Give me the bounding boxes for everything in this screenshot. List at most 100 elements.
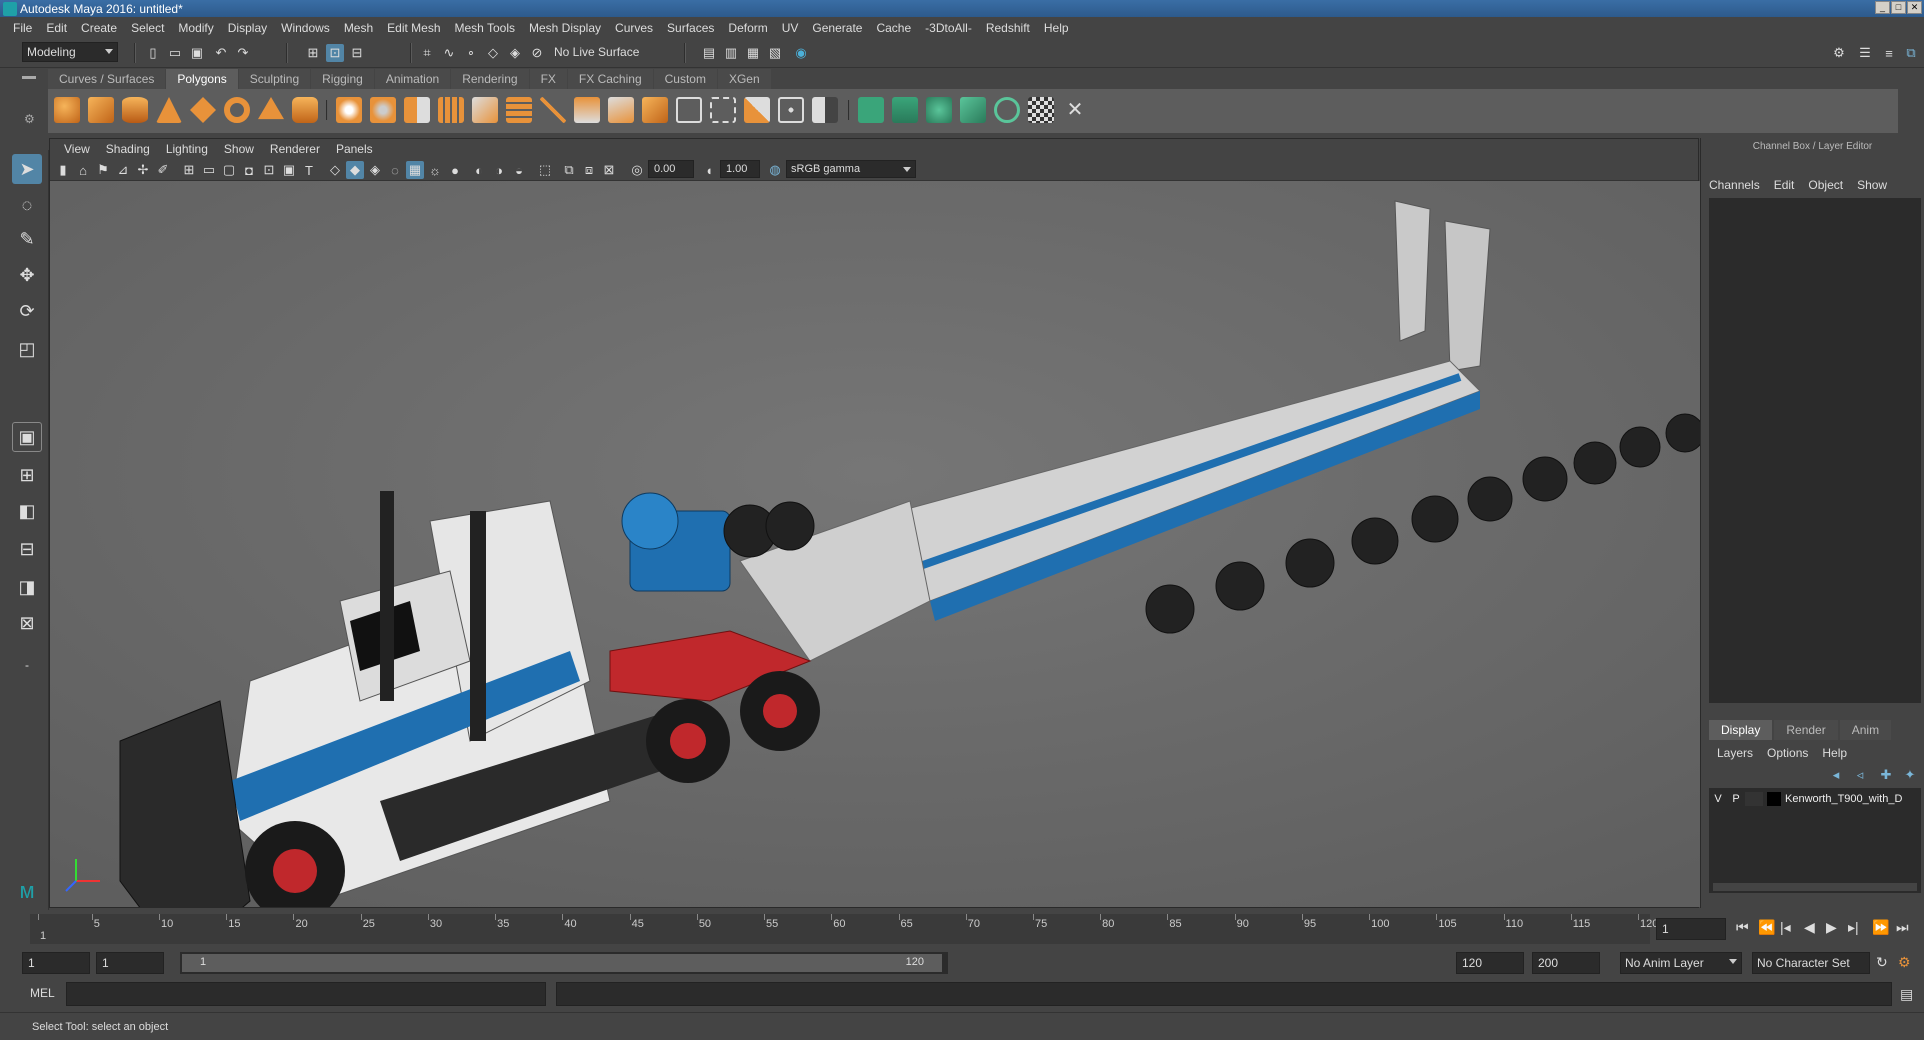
step-forward-icon[interactable]: ⏩ [1872, 919, 1889, 936]
playback-end-field[interactable]: 120 [1456, 952, 1524, 974]
object-menu[interactable]: Object [1808, 178, 1843, 192]
maya-logo-icon[interactable]: ᴍ [12, 876, 42, 906]
append-polygon-icon[interactable] [710, 97, 736, 123]
smooth-shade-icon[interactable]: ◆ [346, 161, 364, 179]
viewport-menu-view[interactable]: View [56, 142, 98, 156]
undo-icon[interactable]: ↶ [212, 44, 230, 62]
wireframe-on-shaded-icon[interactable]: ◈ [366, 161, 384, 179]
menu-generate[interactable]: Generate [805, 21, 869, 35]
uv-spherical-icon[interactable] [926, 97, 952, 123]
channel-box-icon[interactable]: ⧉ [1902, 44, 1920, 62]
menu-cache[interactable]: Cache [869, 21, 918, 35]
new-scene-icon[interactable]: ▯ [144, 44, 162, 62]
bevel-icon[interactable] [574, 97, 600, 123]
new-layer-selected-icon[interactable]: ✦ [1901, 766, 1919, 784]
shelf-tab-fx-caching[interactable]: FX Caching [567, 69, 653, 89]
start-time-field[interactable]: 1 [22, 952, 90, 974]
channels-menu[interactable]: Channels [1709, 178, 1760, 192]
move-layer-up-icon[interactable]: ◂ [1827, 766, 1845, 784]
textured-icon[interactable]: ▦ [406, 161, 424, 179]
shelf-menu-icon[interactable] [22, 76, 36, 79]
poly-pipe-icon[interactable] [292, 97, 318, 123]
menu-edit-mesh[interactable]: Edit Mesh [380, 21, 447, 35]
attribute-editor-icon[interactable]: ☰ [1856, 44, 1874, 62]
xray-joints-icon[interactable]: ⧈ [580, 161, 598, 179]
viewport-canvas[interactable]: persp [50, 181, 1739, 962]
rotate-tool-icon[interactable]: ⟳ [12, 296, 42, 326]
persp-uv-layout-icon[interactable]: ⊠ [12, 608, 42, 638]
poly-plane-icon[interactable] [190, 97, 216, 123]
persp-graph-layout-icon[interactable]: ⊟ [12, 534, 42, 564]
motion-blur-icon[interactable]: ◑ [490, 161, 508, 179]
help-menu[interactable]: Help [1822, 746, 1847, 760]
anti-aliasing-icon[interactable]: ◒ [510, 161, 528, 179]
character-set-dropdown[interactable]: No Character Set [1752, 952, 1870, 974]
menu-mesh[interactable]: Mesh [337, 21, 380, 35]
command-input[interactable] [66, 982, 546, 1006]
menu-help[interactable]: Help [1037, 21, 1076, 35]
bookmark-icon[interactable]: ⚑ [94, 161, 112, 179]
camera-lock-icon[interactable]: ⌂ [74, 161, 92, 179]
anim-layer-dropdown[interactable]: No Anim Layer [1620, 952, 1742, 974]
average-vertices-icon[interactable] [812, 97, 838, 123]
shelf-tab-animation[interactable]: Animation [374, 69, 451, 89]
shelf-gear-icon[interactable]: ⚙ [24, 112, 35, 126]
viewport-menu-renderer[interactable]: Renderer [262, 142, 328, 156]
show-menu[interactable]: Show [1857, 178, 1887, 192]
live-surface-icon[interactable]: ⊘ [528, 44, 546, 62]
play-backwards-icon[interactable]: ◀ [1804, 919, 1815, 936]
menu-file[interactable]: File [6, 21, 39, 35]
snap-curve-icon[interactable]: ∿ [440, 44, 458, 62]
menu-modify[interactable]: Modify [171, 21, 220, 35]
tab-anim[interactable]: Anim [1839, 720, 1892, 740]
field-chart-icon[interactable]: ⊡ [260, 161, 278, 179]
ipr-render-icon[interactable]: ▥ [722, 44, 740, 62]
edit-menu[interactable]: Edit [1774, 178, 1795, 192]
uv-unfold-icon[interactable] [994, 97, 1020, 123]
2d-pan-zoom-icon[interactable]: ✢ [134, 161, 152, 179]
menu-3dtoall[interactable]: -3DtoAll- [918, 21, 979, 35]
save-scene-icon[interactable]: ▣ [188, 44, 206, 62]
shelf-tab-xgen[interactable]: XGen [717, 69, 771, 89]
layer-scrollbar[interactable] [1713, 883, 1917, 891]
select-object-icon[interactable]: ⊡ [326, 44, 344, 62]
menu-create[interactable]: Create [74, 21, 124, 35]
shelf-tab-rendering[interactable]: Rendering [451, 69, 529, 89]
bridge-icon[interactable] [540, 97, 566, 123]
layout-menu-icon[interactable]: - [12, 650, 42, 680]
camera-attributes-icon[interactable]: ▮ [54, 161, 72, 179]
auto-key-icon[interactable]: ↻ [1876, 954, 1888, 971]
gamma-icon[interactable]: ◖ [700, 161, 718, 179]
render-view-icon[interactable]: ◉ [792, 44, 810, 62]
poly-cube-icon[interactable] [88, 97, 114, 123]
uv-editor-icon[interactable]: ✕ [1062, 97, 1088, 123]
range-slider-track[interactable]: 1 120 [180, 952, 948, 974]
uv-checker-icon[interactable] [1028, 97, 1054, 123]
film-gate-icon[interactable]: ▭ [200, 161, 218, 179]
select-hierarchy-icon[interactable]: ⊞ [304, 44, 322, 62]
poly-prism-icon[interactable] [258, 97, 284, 120]
menu-redshift[interactable]: Redshift [979, 21, 1037, 35]
persp-outliner-layout-icon[interactable]: ◧ [12, 496, 42, 526]
snap-grid-icon[interactable]: ⌗ [418, 44, 436, 62]
ambient-occlusion-icon[interactable]: ◐ [470, 161, 488, 179]
color-management-icon[interactable]: ◍ [766, 161, 784, 179]
grid-icon[interactable]: ⊞ [180, 161, 198, 179]
fill-hole-icon[interactable] [744, 97, 770, 123]
poly-cone-icon[interactable] [156, 97, 182, 123]
poly-torus-icon[interactable] [224, 97, 250, 123]
resolution-gate-icon[interactable]: ▢ [220, 161, 238, 179]
tool-settings-icon[interactable]: ≡ [1880, 44, 1898, 62]
menu-mesh-tools[interactable]: Mesh Tools [448, 21, 522, 35]
offset-edge-loop-icon[interactable] [676, 97, 702, 123]
layer-playback-toggle[interactable]: P [1727, 793, 1745, 805]
smooth-icon[interactable] [438, 97, 464, 123]
shelf-tab-curves-surfaces[interactable]: Curves / Surfaces [48, 69, 166, 89]
view-transform-dropdown[interactable]: sRGB gamma [786, 160, 916, 178]
step-back-icon[interactable]: ⏪ [1758, 919, 1775, 936]
safe-action-icon[interactable]: ▣ [280, 161, 298, 179]
step-back-key-icon[interactable]: |◂ [1780, 919, 1791, 936]
uv-automatic-icon[interactable] [960, 97, 986, 123]
shelf-tab-rigging[interactable]: Rigging [311, 69, 374, 89]
layers-menu[interactable]: Layers [1717, 746, 1753, 760]
